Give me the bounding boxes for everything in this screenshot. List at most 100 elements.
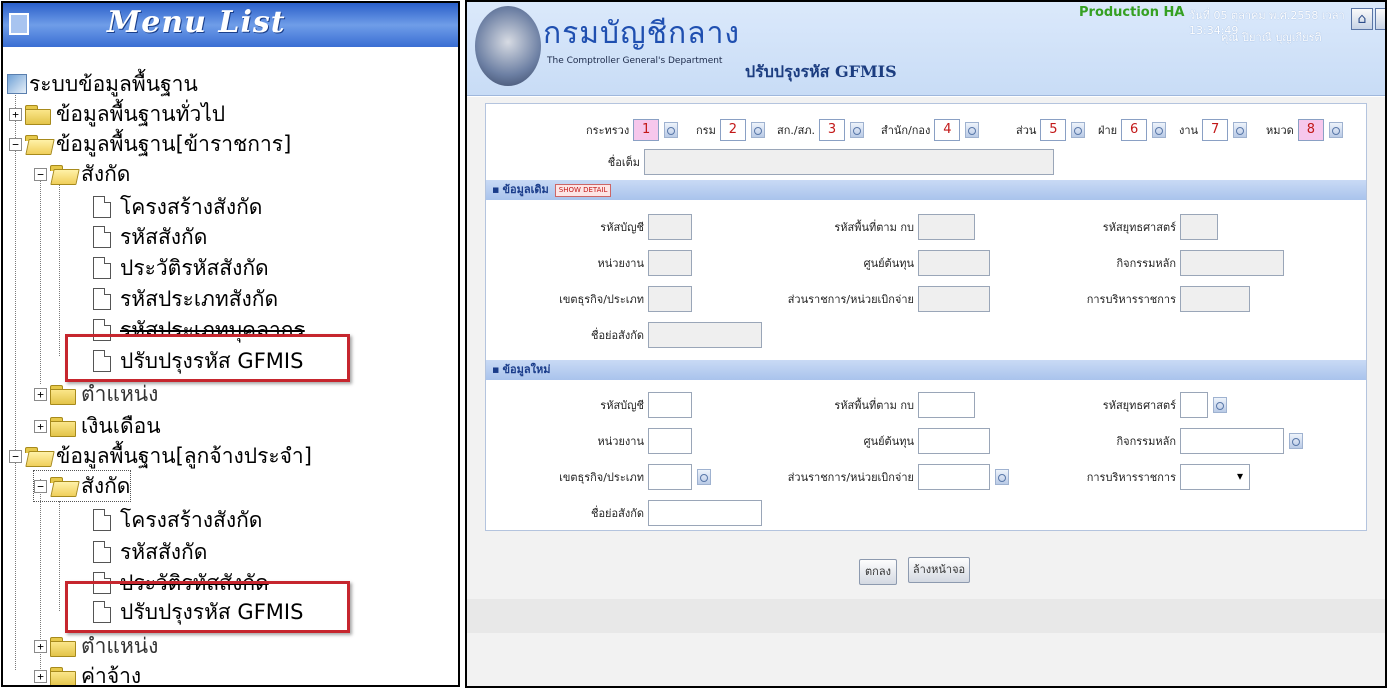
menu-header: Menu List: [3, 3, 458, 47]
old-cost-center-input[interactable]: [918, 250, 990, 276]
app-header: กรมบัญชีกลาง The Comptroller General's D…: [467, 2, 1385, 96]
folder-icon: [49, 384, 77, 405]
new-admin-mgmt-select[interactable]: [1180, 464, 1250, 490]
full-name-input[interactable]: [644, 149, 1054, 175]
lookup-icon[interactable]: [1071, 122, 1086, 138]
folder-icon: [49, 666, 77, 685]
lookup-icon[interactable]: [1152, 122, 1167, 138]
new-cost-center-input[interactable]: [918, 428, 990, 454]
lookup-icon[interactable]: [995, 469, 1009, 485]
code-row: กระทรวง 1 กรม 2 สก./สภ. 3 สำนัก/กอง 4 ส่…: [486, 119, 1366, 143]
code-division-input[interactable]: 3: [819, 119, 846, 141]
exit-icon[interactable]: [1375, 8, 1385, 30]
collapse-icon[interactable]: −: [9, 449, 22, 463]
lookup-icon[interactable]: [1233, 122, 1248, 138]
new-account-code-input[interactable]: [648, 392, 692, 418]
code-category-input[interactable]: 8: [1297, 119, 1324, 141]
page-title: ปรับปรุงรหัส GFMIS: [745, 62, 897, 81]
new-strategy-code-input[interactable]: [1180, 392, 1208, 418]
menu-item-position-2[interactable]: + ตำแหน่ง: [34, 631, 158, 661]
document-icon: [93, 196, 111, 218]
ok-button[interactable]: ตกลง: [859, 559, 897, 585]
lookup-icon[interactable]: [664, 122, 679, 138]
menu-item-affiliation-code[interactable]: รหัสสังกัด: [93, 222, 207, 252]
full-name-field: ชื่อเต็ม: [586, 149, 1054, 175]
new-area-code-input[interactable]: [918, 392, 975, 418]
folder-icon: [49, 416, 77, 437]
lookup-icon[interactable]: [850, 122, 865, 138]
lookup-icon[interactable]: [1289, 433, 1303, 449]
folder-open-icon: [49, 476, 77, 496]
collapse-icon[interactable]: −: [34, 479, 47, 493]
old-account-code: รหัสบัญชี: [526, 214, 692, 240]
collapse-icon[interactable]: −: [34, 167, 47, 181]
menu-item-structure[interactable]: โครงสร้างสังกัด: [93, 192, 262, 222]
new-admin-mgmt: การบริหารราชการ: [1046, 464, 1250, 490]
old-unit-input[interactable]: [648, 250, 692, 276]
menu-item-position[interactable]: + ตำแหน่ง: [34, 379, 158, 409]
lookup-icon[interactable]: [1213, 397, 1227, 413]
document-icon: [93, 509, 111, 531]
document-icon: [93, 257, 111, 279]
lookup-icon[interactable]: [1328, 122, 1343, 138]
old-short-name-input[interactable]: [648, 322, 762, 348]
old-admin-mgmt-input[interactable]: [1180, 286, 1250, 312]
code-division: สก./สภ. 3: [777, 119, 865, 141]
lookup-icon[interactable]: [965, 122, 980, 138]
menu-item-affiliation-2[interactable]: − สังกัด: [32, 470, 132, 502]
old-short-name: ชื่อย่อสังกัด: [526, 322, 762, 348]
menu-item-wage[interactable]: + ค่าจ้าง: [34, 661, 141, 685]
menu-item-general[interactable]: + ข้อมูลพื้นฐานทั่วไป: [9, 99, 225, 129]
tree-connector: [59, 184, 60, 356]
new-unit: หน่วยงาน: [526, 428, 692, 454]
old-main-activity: กิจกรรมหลัก: [1046, 250, 1284, 276]
menu-item-salary[interactable]: + เงินเดือน: [34, 411, 161, 441]
expand-icon[interactable]: +: [34, 387, 47, 401]
old-district-input[interactable]: [648, 286, 692, 312]
app-window: กรมบัญชีกลาง The Comptroller General's D…: [465, 0, 1387, 688]
old-area-code-input[interactable]: [918, 214, 975, 240]
environment-label: Production HA: [1079, 5, 1185, 20]
menu-item-affiliation[interactable]: − สังกัด: [34, 159, 130, 189]
menu-item-affiliation-history[interactable]: ประวัติรหัสสังกัด: [93, 253, 269, 283]
new-disbursing-unit: ส่วนราชการ/หน่วยเบิกจ่าย: [786, 464, 1009, 490]
lookup-icon[interactable]: [697, 469, 711, 485]
user-label: คุณ ปิยาณี บุญเกียรติ: [1221, 31, 1322, 44]
clear-button[interactable]: ล้างหน้าจอ: [908, 557, 970, 583]
menu-item-permanent-employee[interactable]: − ข้อมูลพื้นฐาน[ลูกจ้างประจำ]: [9, 441, 312, 471]
menu-item-civil-servant[interactable]: − ข้อมูลพื้นฐาน[ข้าราชการ]: [9, 129, 291, 159]
code-department: กรม 2: [696, 119, 765, 141]
new-district-input[interactable]: [648, 464, 692, 490]
old-disbursing-unit-input[interactable]: [918, 286, 990, 312]
code-unit-input[interactable]: 6: [1121, 119, 1148, 141]
code-section-input[interactable]: 5: [1040, 119, 1067, 141]
code-ministry-input[interactable]: 1: [633, 119, 660, 141]
new-disbursing-unit-input[interactable]: [918, 464, 990, 490]
old-strategy-code-input[interactable]: [1180, 214, 1218, 240]
new-unit-input[interactable]: [648, 428, 692, 454]
new-short-name-input[interactable]: [648, 500, 762, 526]
lookup-icon[interactable]: [750, 122, 765, 138]
old-account-code-input[interactable]: [648, 214, 692, 240]
collapse-icon[interactable]: −: [9, 137, 22, 151]
new-main-activity-input[interactable]: [1180, 428, 1284, 454]
old-area-code: รหัสพื้นที่ตาม กบ: [786, 214, 975, 240]
document-icon: [93, 226, 111, 248]
show-detail-button[interactable]: SHOW DETAIL: [554, 184, 612, 197]
expand-icon[interactable]: +: [9, 107, 22, 121]
menu-root[interactable]: ระบบข้อมูลพื้นฐาน: [7, 69, 198, 99]
home-icon[interactable]: ⌂: [1351, 8, 1373, 30]
code-work-input[interactable]: 7: [1202, 119, 1229, 141]
expand-icon[interactable]: +: [34, 639, 47, 653]
code-bureau-input[interactable]: 4: [934, 119, 961, 141]
expand-icon[interactable]: +: [34, 419, 47, 433]
folder-open-icon: [49, 164, 77, 184]
old-unit: หน่วยงาน: [526, 250, 692, 276]
old-district: เขตธุรกิจ/ประเภท: [526, 286, 692, 312]
menu-item-structure-2[interactable]: โครงสร้างสังกัด: [93, 505, 262, 535]
code-department-input[interactable]: 2: [719, 119, 746, 141]
expand-icon[interactable]: +: [34, 669, 47, 683]
old-main-activity-input[interactable]: [1180, 250, 1284, 276]
menu-item-affiliation-code-2[interactable]: รหัสสังกัด: [93, 537, 207, 567]
menu-item-affiliation-type[interactable]: รหัสประเภทสังกัด: [93, 284, 278, 314]
